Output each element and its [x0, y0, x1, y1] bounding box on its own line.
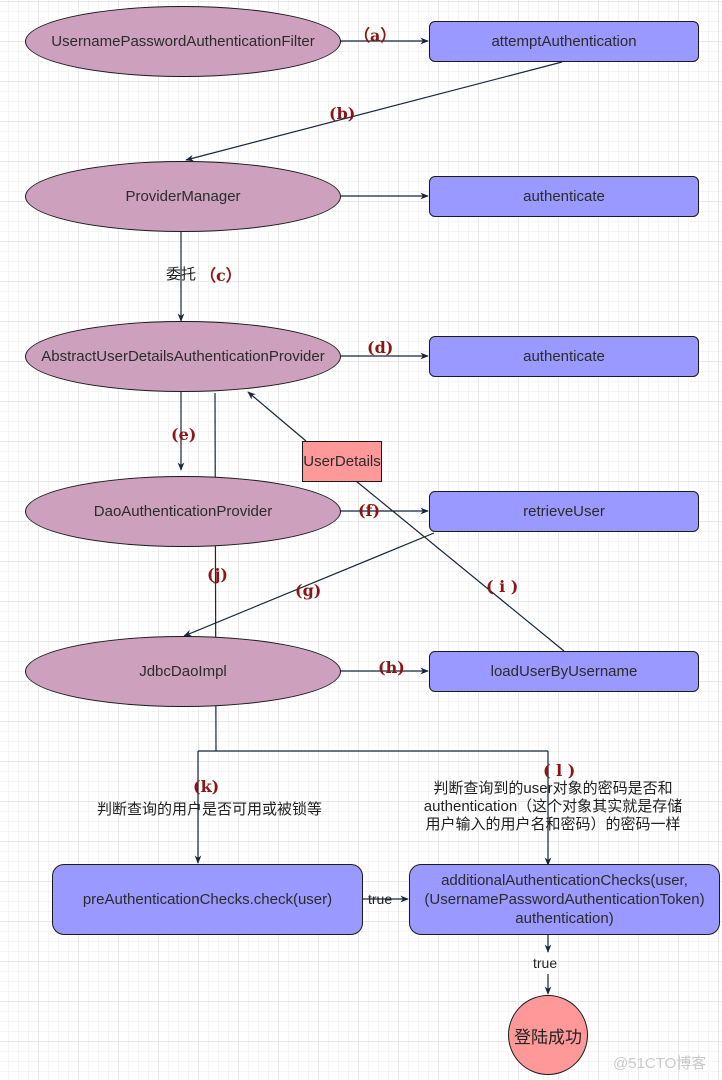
edge-label-h: (h) — [378, 658, 405, 677]
node-label: 登陆成功 — [514, 1027, 582, 1047]
edge-label-b: (b) — [329, 104, 356, 123]
edge-label-c: （c） — [200, 266, 242, 285]
node-username-password-filter[interactable]: UsernamePasswordAuthenticationFilter — [25, 6, 341, 77]
edge-userdetails — [247, 391, 307, 442]
edge-label-true-1: true — [368, 891, 393, 907]
node-dao-provider[interactable]: DaoAuthenticationProvider — [25, 476, 341, 547]
node-label: DaoAuthenticationProvider — [93, 503, 273, 520]
node-abstract-provider[interactable]: AbstractUserDetailsAuthenticationProvide… — [25, 321, 341, 392]
note-k: 判断查询的用户是否可用或被锁等 — [97, 801, 323, 818]
node-label: loadUserByUsername — [490, 663, 638, 680]
node-label: UserDetails — [303, 453, 381, 470]
note-l-line2: authentication（这个对象其实就是存储 — [423, 798, 683, 815]
edge-label-l: ( l ) — [543, 761, 576, 780]
edge-label-g: (g) — [295, 581, 322, 600]
node-attempt-authentication[interactable]: attemptAuthentication — [429, 21, 699, 62]
edge-label-a: （a） — [354, 26, 397, 45]
node-provider-manager[interactable]: ProviderManager — [25, 161, 341, 232]
node-label: authenticate — [523, 348, 605, 365]
edge-label-j: (j) — [207, 565, 228, 584]
edge-label-k: (k) — [193, 777, 220, 796]
node-pre-authentication-checks[interactable]: preAuthenticationChecks.check(user) — [52, 864, 363, 935]
edge-label-d: (d) — [367, 338, 394, 357]
diagram-canvas: UsernamePasswordAuthenticationFilter att… — [0, 0, 722, 1080]
edge-label-true-2: true — [533, 955, 558, 971]
node-ap-authenticate[interactable]: authenticate — [429, 336, 699, 377]
node-pm-authenticate[interactable]: authenticate — [429, 176, 699, 217]
node-label: UsernamePasswordAuthenticationFilter — [51, 33, 315, 50]
node-jdbc-dao-impl[interactable]: JdbcDaoImpl — [25, 636, 341, 707]
edge-label-c-prefix: 委托 — [166, 266, 197, 283]
edge-label-i: ( i ) — [486, 577, 519, 596]
node-label: JdbcDaoImpl — [139, 663, 227, 680]
node-label-line1: additionalAuthenticationChecks(user, — [441, 872, 688, 889]
node-label-line2: (UsernamePasswordAuthenticationToken) — [424, 891, 705, 908]
note-l-line1: 判断查询到的user对象的密码是否和 — [433, 780, 673, 797]
node-user-details[interactable]: UserDetails — [302, 441, 382, 482]
node-retrieve-user[interactable]: retrieveUser — [429, 491, 699, 532]
edge-label-e: (e) — [171, 425, 197, 444]
node-label: attemptAuthentication — [491, 33, 637, 50]
note-l-line3: 用户输入的用户名和密码）的密码一样 — [425, 816, 681, 833]
edge-label-f: (f) — [358, 501, 381, 520]
note-l: 判断查询到的user对象的密码是否和 authentication（这个对象其实… — [402, 780, 704, 834]
node-label: retrieveUser — [523, 503, 605, 520]
node-additional-authentication-checks[interactable]: additionalAuthenticationChecks(user, (Us… — [409, 864, 720, 935]
node-label: AbstractUserDetailsAuthenticationProvide… — [41, 348, 325, 365]
node-label: authenticate — [523, 188, 605, 205]
node-label: preAuthenticationChecks.check(user) — [82, 891, 333, 908]
node-label-line3: authentication) — [515, 910, 614, 927]
watermark: @51CTO博客 — [613, 1055, 707, 1072]
node-load-user-by-username[interactable]: loadUserByUsername — [429, 651, 699, 692]
node-label: ProviderManager — [125, 188, 241, 205]
node-login-success[interactable]: 登陆成功 — [508, 995, 588, 1075]
edge-b — [185, 61, 563, 162]
